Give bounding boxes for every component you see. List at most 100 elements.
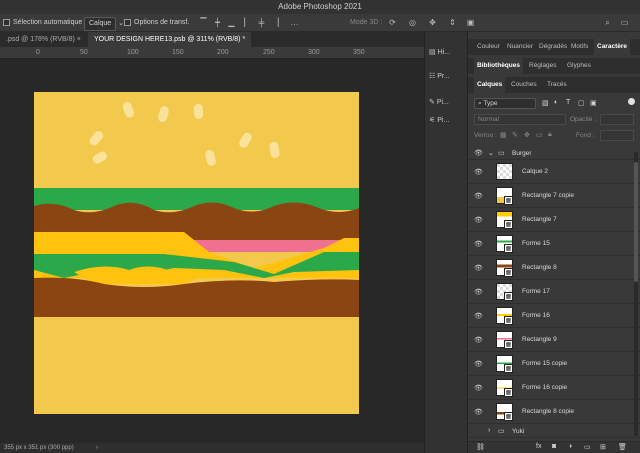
link-layers-icon[interactable]: ⛓︎ [476,443,485,451]
new-group-icon[interactable]: ▭ [584,443,591,451]
filter-smart-icon[interactable]: ▣ [590,99,597,107]
burger-artwork[interactable] [34,92,359,414]
new-layer-icon[interactable]: ⊞ [600,443,606,451]
adjustment-layer-icon[interactable]: ◑ [568,443,572,450]
layer-row[interactable]: 👁︎ ▦ Rectangle 7 copie [468,184,640,208]
visibility-eye-icon[interactable]: 👁︎ [474,264,483,272]
slide-3d-icon[interactable]: ⇕ [448,18,457,27]
layers-scrollbar[interactable] [634,152,638,436]
tab-motifs[interactable]: Motifs [568,39,591,55]
filter-pixel-icon[interactable]: ▧ [542,99,549,107]
layer-row[interactable]: 👁︎ ▦ Rectangle 8 copie [468,400,640,424]
auto-select-checkbox[interactable]: Sélection automatique : [3,17,86,29]
chevron-down-icon[interactable]: ⌄ [488,149,494,157]
panel-tabs-mid: Bibliothèques Réglages Glyphes [468,58,640,74]
visibility-eye-icon[interactable]: 👁︎ [474,168,483,176]
layer-row[interactable]: 👁︎ Calque 2 [468,160,640,184]
lock-paint-icon[interactable]: ✎ [512,131,518,139]
layer-group-yuki[interactable]: › ▭ Yuki [468,424,640,438]
align-middle-icon[interactable]: ┿ [213,18,222,27]
trash-icon[interactable]: 🗑︎ [618,443,627,451]
filter-type-icon[interactable]: T [566,99,570,106]
layer-name: Yuki [512,428,525,435]
align-center-icon[interactable]: ╪ [257,18,266,27]
meat-bottom [34,277,359,317]
layer-row[interactable]: 👁︎ ▦ Forme 16 copie [468,376,640,400]
tab-bibliotheques[interactable]: Bibliothèques [474,58,523,74]
layer-row[interactable]: 👁︎ ▦ Rectangle 7 [468,208,640,232]
shape-badge-icon: ▦ [504,196,513,205]
layer-row[interactable]: 👁︎ ▦ Forme 15 copie [468,352,640,376]
visibility-eye-icon[interactable]: 👁︎ [474,288,483,296]
align-right-icon[interactable]: ▕ [271,18,280,27]
search-icon[interactable]: ⌕ [603,18,612,27]
visibility-eye-icon[interactable]: 👁︎ [474,384,483,392]
visibility-eye-icon[interactable]: 👁︎ [474,240,483,248]
layer-row[interactable]: 👁︎ ▦ Rectangle 9 [468,328,640,352]
doc-tab-1[interactable]: .psd @ 178% (RVB/8) × [0,32,87,47]
layer-name: Burger [512,150,532,157]
lock-artboard-icon[interactable]: ▭ [536,131,543,139]
history-panel-button[interactable]: ▤ Hi... [429,44,467,62]
adjust-panel-button[interactable]: ⚟ Pi... [429,112,467,130]
brush-panel-button[interactable]: ✎ Pi... [429,94,467,112]
filter-adjust-icon[interactable]: ◐ [554,99,558,106]
opacity-field[interactable] [600,114,634,125]
add-mask-icon[interactable]: ◙ [552,443,556,450]
layer-name: Forme 17 [522,288,550,295]
properties-panel-button[interactable]: ☷ Pr... [429,68,467,86]
scrollbar-thumb[interactable] [634,162,638,282]
lock-pixels-icon[interactable]: ▦ [500,131,507,139]
layer-group-burger[interactable]: 👁︎ ⌄ ▭ Burger [468,146,640,160]
visibility-eye-icon[interactable]: 👁︎ [474,360,483,368]
tab-glyphes[interactable]: Glyphes [564,58,594,74]
more-icon[interactable]: … [290,18,299,27]
layer-filter-dropdown[interactable]: ⌕ Type [474,98,536,109]
align-bottom-icon[interactable]: ▁ [227,18,236,27]
tab-calques[interactable]: Calques [474,77,506,93]
visibility-eye-icon[interactable]: 👁︎ [474,408,483,416]
filter-shape-icon[interactable]: ▢ [578,99,585,107]
pan-3d-icon[interactable]: ✥ [428,18,437,27]
transform-options-checkbox[interactable]: Options de transf. [124,17,189,29]
align-left-icon[interactable]: ▏ [243,18,252,27]
folder-icon: ▭ [498,428,505,435]
visibility-eye-icon[interactable]: 👁︎ [474,312,483,320]
doc-tab-2[interactable]: YOUR DESIGN HERE13.psb @ 311% (RVB/8) * [88,32,252,47]
tab-traces[interactable]: Tracés [544,77,570,93]
layer-name: Rectangle 8 [522,264,557,271]
tab-reglages[interactable]: Réglages [526,58,559,74]
auto-select-dropdown[interactable]: Calque ⌄ [84,17,124,31]
canvas-area[interactable] [0,59,424,443]
status-chevron-icon[interactable]: › [96,443,98,453]
layer-row[interactable]: 👁︎ ▦ Forme 15 [468,232,640,256]
align-top-icon[interactable]: ▔ [199,18,208,27]
layer-row[interactable]: 👁︎ ▦ Forme 17 [468,280,640,304]
shape-badge-icon: ▦ [504,340,513,349]
filter-toggle[interactable] [628,98,635,105]
lock-position-icon[interactable]: ✥ [524,131,530,139]
visibility-eye-icon[interactable]: 👁︎ [474,216,483,224]
blend-mode-dropdown[interactable]: Normal [474,114,566,125]
scale-3d-icon[interactable]: ▣ [466,18,475,27]
tab-couches[interactable]: Couches [508,77,540,93]
lock-all-icon[interactable]: 🔒︎ [548,131,552,139]
visibility-eye-icon[interactable]: 👁︎ [474,149,483,157]
layer-row[interactable]: 👁︎ ▦ Forme 16 [468,304,640,328]
visibility-eye-icon[interactable]: 👁︎ [474,192,483,200]
chevron-right-icon[interactable]: › [488,427,490,434]
tab-degrades[interactable]: Dégradés [536,39,570,55]
workspace-icon[interactable]: ▭ [620,18,629,27]
bottom-bun [34,317,359,414]
fx-icon[interactable]: fx [536,443,541,450]
rotate-3d-icon[interactable]: ◎ [408,18,417,27]
fill-field[interactable] [600,130,634,141]
orbit-icon[interactable]: ⟳ [388,18,397,27]
layer-row[interactable]: 👁︎ ▦ Rectangle 8 [468,256,640,280]
visibility-eye-icon[interactable]: 👁︎ [474,336,483,344]
layer-name: Forme 15 [522,240,550,247]
tab-nuancier[interactable]: Nuancier [504,39,536,55]
tab-caractere[interactable]: Caractère [594,39,630,55]
ruler-tick: 350 [353,49,365,56]
tab-couleur[interactable]: Couleur [474,39,503,55]
